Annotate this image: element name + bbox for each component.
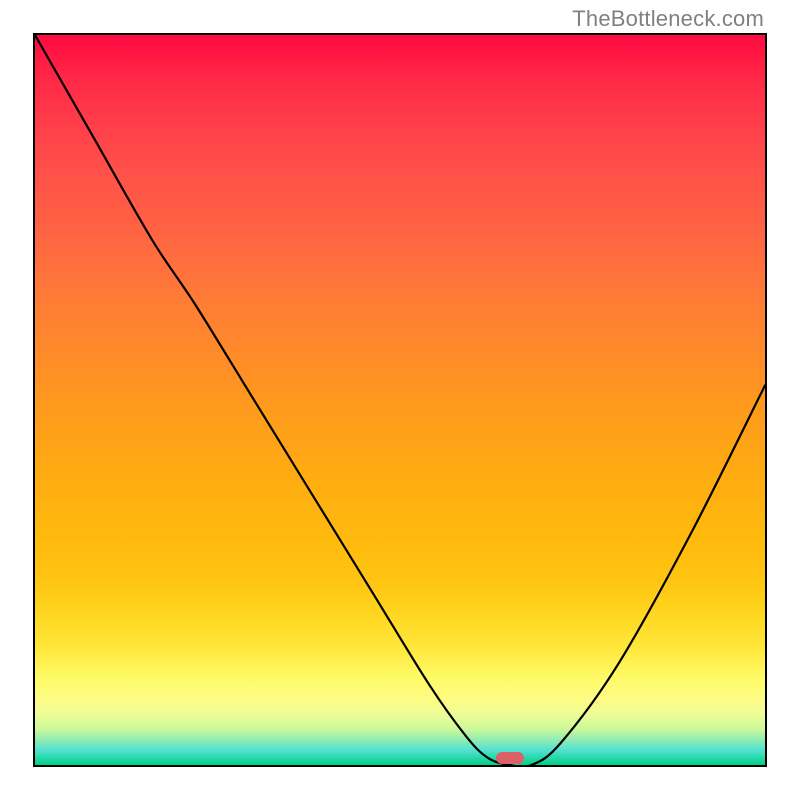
plot-frame <box>33 33 767 767</box>
optimal-point-marker <box>496 752 524 764</box>
bottleneck-chart: TheBottleneck.com <box>0 0 800 800</box>
watermark-text: TheBottleneck.com <box>572 6 764 32</box>
bottleneck-curve <box>35 35 765 765</box>
